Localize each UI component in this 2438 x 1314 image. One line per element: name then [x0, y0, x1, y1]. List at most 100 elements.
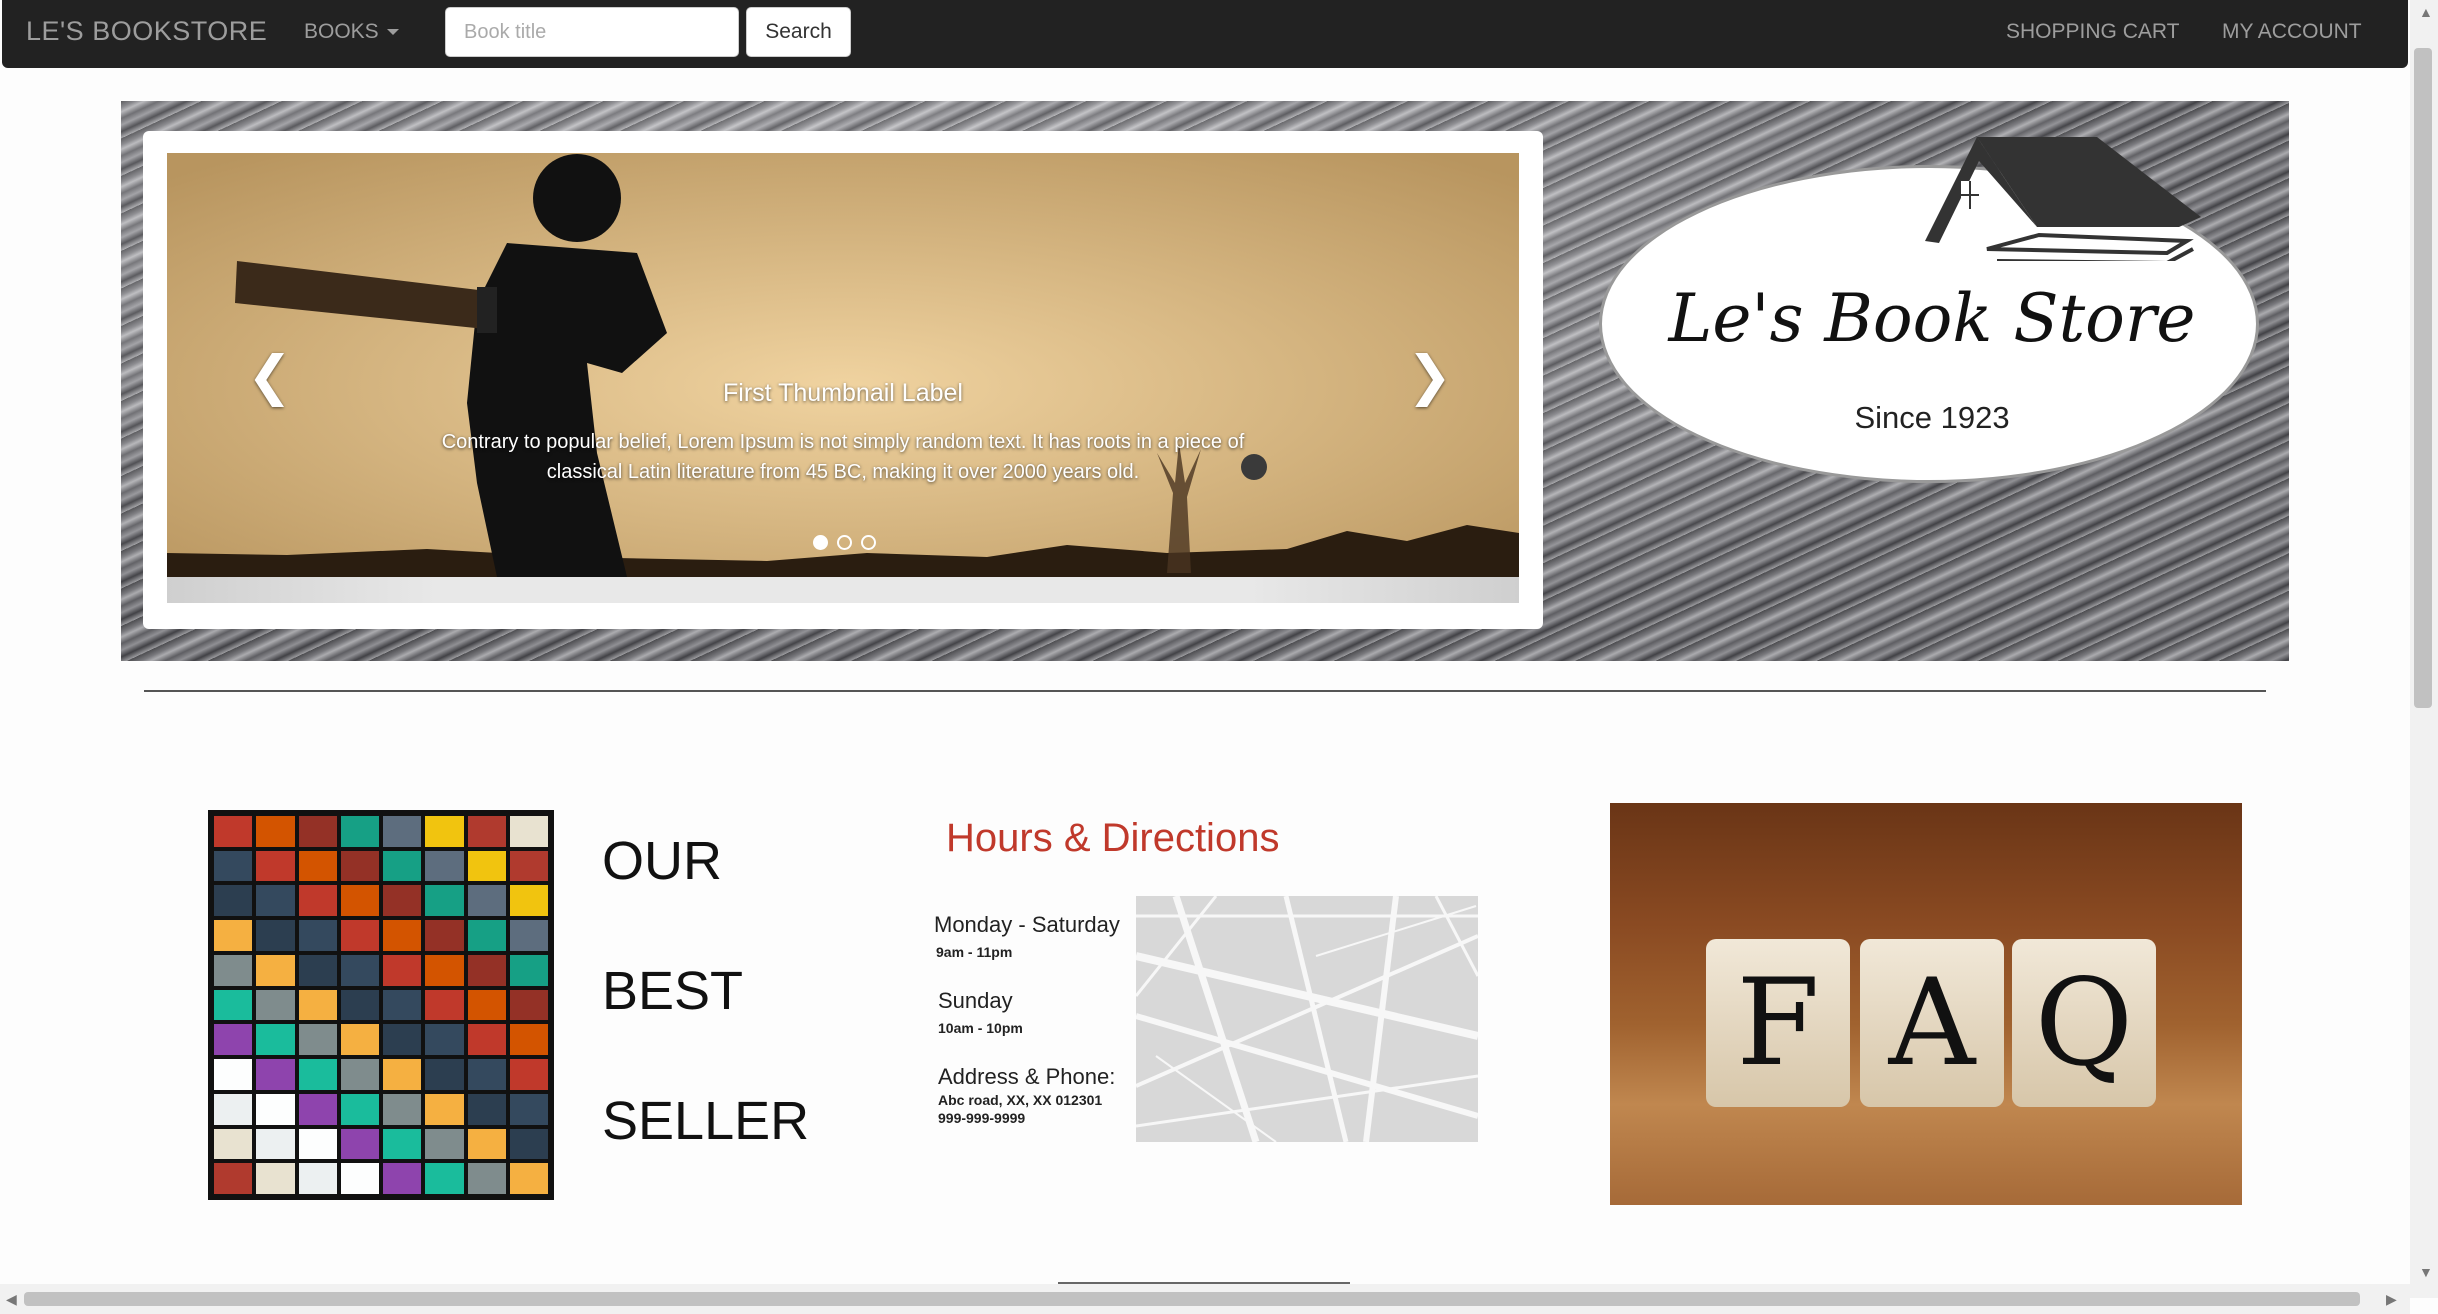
book-cover — [509, 954, 548, 986]
book-cover — [383, 989, 422, 1021]
book-cover — [298, 850, 337, 882]
book-cover — [383, 1024, 422, 1056]
book-cover — [298, 1059, 337, 1090]
book-cover — [298, 1093, 337, 1125]
book-cover — [214, 1059, 253, 1090]
book-cover — [383, 954, 422, 986]
section-divider — [144, 690, 2266, 692]
book-cover — [467, 1163, 506, 1194]
horizontal-scrollbar[interactable]: ◀ ▶ — [0, 1284, 2410, 1314]
book-cover — [383, 885, 422, 917]
address-label: Address & Phone: — [938, 1064, 1116, 1089]
weekday-hours: 9am - 11pm — [936, 944, 1013, 960]
scroll-down-icon[interactable]: ▼ — [2419, 1264, 2433, 1280]
book-cover — [425, 885, 464, 917]
book-cover — [340, 1024, 379, 1056]
book-cover — [256, 850, 295, 882]
book-cover — [214, 1128, 253, 1160]
book-cover — [425, 816, 464, 847]
book-cover — [467, 920, 506, 951]
carousel-dot-1[interactable] — [813, 535, 828, 550]
carousel: First Thumbnail Label Contrary to popula… — [167, 153, 1519, 577]
book-cover — [425, 1059, 464, 1090]
books-dropdown[interactable]: BOOKS — [304, 20, 399, 44]
book-cover — [383, 1093, 422, 1125]
faq-letter-a: A — [1860, 939, 2004, 1107]
book-cover — [256, 1128, 295, 1160]
books-menu-label: BOOKS — [304, 20, 379, 43]
bestseller-word-best[interactable]: BEST — [602, 960, 743, 1022]
navbar: LE'S BOOKSTORE BOOKS Search SHOPPING CAR… — [2, 0, 2408, 68]
scroll-right-icon[interactable]: ▶ — [2386, 1291, 2397, 1308]
book-cover — [509, 1059, 548, 1090]
book-cover — [214, 885, 253, 917]
book-cover — [340, 920, 379, 951]
vertical-scrollbar[interactable]: ▲ ▼ — [2410, 0, 2438, 1298]
faq-image[interactable]: F A Q — [1610, 803, 2242, 1205]
book-cover — [256, 816, 295, 847]
book-cover — [340, 1163, 379, 1194]
chevron-left-icon[interactable]: ❮ — [247, 349, 292, 403]
book-cover — [256, 954, 295, 986]
bestseller-word-our[interactable]: OUR — [602, 830, 722, 892]
book-cover — [256, 1059, 295, 1090]
hero-banner: First Thumbnail Label Contrary to popula… — [121, 101, 2289, 661]
carousel-caption-title: First Thumbnail Label — [723, 379, 963, 407]
carousel-indicators — [813, 535, 876, 550]
book-cover — [467, 816, 506, 847]
my-account-link[interactable]: MY ACCOUNT — [2222, 20, 2362, 44]
book-cover — [214, 989, 253, 1021]
bestseller-books-image[interactable] — [208, 810, 554, 1200]
book-cover — [214, 954, 253, 986]
book-cover — [383, 920, 422, 951]
carousel-caption-text: Contrary to popular belief, Lorem Ipsum … — [441, 431, 1245, 483]
bestseller-word-seller[interactable]: SELLER — [602, 1090, 809, 1152]
book-cover — [214, 920, 253, 951]
book-cover — [425, 1093, 464, 1125]
carousel-frame: First Thumbnail Label Contrary to popula… — [143, 131, 1543, 629]
store-logo-name: Le's Book Store — [1668, 280, 2196, 357]
book-cover — [298, 989, 337, 1021]
book-cover — [425, 850, 464, 882]
book-cover — [383, 850, 422, 882]
search-button[interactable]: Search — [746, 7, 851, 57]
house-book-icon — [1925, 137, 2201, 261]
carousel-slide-image — [167, 153, 1519, 577]
book-cover — [509, 1024, 548, 1056]
book-cover — [340, 989, 379, 1021]
search-input[interactable] — [445, 7, 739, 57]
book-cover — [509, 885, 548, 917]
book-cover — [383, 1059, 422, 1090]
book-cover — [340, 1128, 379, 1160]
book-cover — [425, 1163, 464, 1194]
book-cover — [425, 1024, 464, 1056]
map-image[interactable] — [1136, 896, 1478, 1142]
book-cover — [467, 1093, 506, 1125]
hours-directions-title[interactable]: Hours & Directions — [946, 816, 1279, 861]
address-text: Abc road, XX, XX 012301 — [938, 1092, 1103, 1108]
shopping-cart-link[interactable]: SHOPPING CART — [2006, 20, 2179, 44]
scroll-left-icon[interactable]: ◀ — [6, 1291, 17, 1308]
carousel-dot-3[interactable] — [861, 535, 876, 550]
book-cover — [340, 954, 379, 986]
book-cover — [256, 1093, 295, 1125]
book-cover — [298, 816, 337, 847]
vertical-scrollbar-thumb[interactable] — [2414, 48, 2432, 708]
book-cover — [256, 1024, 295, 1056]
chevron-right-icon[interactable]: ❯ — [1407, 349, 1452, 403]
book-cover — [509, 920, 548, 951]
phone-text: 999-999-9999 — [938, 1110, 1026, 1126]
carousel-dot-2[interactable] — [837, 535, 852, 550]
book-cover — [214, 816, 253, 847]
brand-link[interactable]: LE'S BOOKSTORE — [26, 16, 267, 47]
book-cover — [509, 1128, 548, 1160]
book-cover — [256, 920, 295, 951]
book-cover — [383, 1163, 422, 1194]
scroll-up-icon[interactable]: ▲ — [2419, 4, 2433, 20]
map-streets — [1136, 896, 1478, 1142]
book-cover — [340, 1093, 379, 1125]
horizontal-scrollbar-thumb[interactable] — [24, 1292, 2360, 1306]
page: LE'S BOOKSTORE BOOKS Search SHOPPING CAR… — [0, 0, 2438, 1314]
book-cover — [467, 954, 506, 986]
book-cover — [467, 989, 506, 1021]
